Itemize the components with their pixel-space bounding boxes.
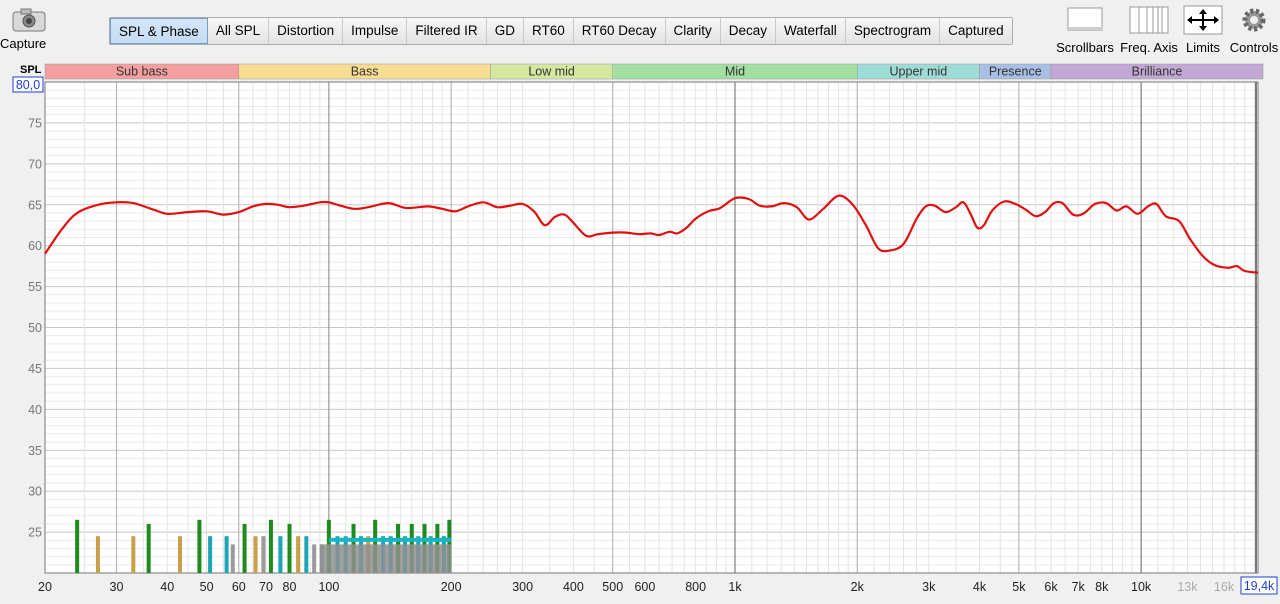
x-tick-label: 400 bbox=[563, 580, 584, 594]
band-label: Sub bass bbox=[116, 65, 168, 79]
x-tick-label: 60 bbox=[232, 580, 246, 594]
freq-axis-icon bbox=[1129, 6, 1169, 34]
camera-icon bbox=[12, 8, 46, 32]
modal-bar bbox=[312, 544, 317, 573]
y-tick-label: 50 bbox=[28, 321, 42, 335]
x-tick-label: 6k bbox=[1044, 580, 1058, 594]
modal-bar bbox=[131, 536, 136, 573]
band-label: Low mid bbox=[528, 65, 575, 79]
y-top-value[interactable]: 80,0 bbox=[16, 78, 40, 92]
modal-bar bbox=[95, 536, 100, 573]
controls-button[interactable]: Controls bbox=[1228, 4, 1280, 55]
limits-icon bbox=[1183, 5, 1223, 35]
freq-axis-label: Freq. Axis bbox=[1120, 40, 1178, 55]
limits-button[interactable]: Limits bbox=[1180, 4, 1226, 55]
y-tick-label: 25 bbox=[28, 526, 42, 540]
tab-impulse[interactable]: Impulse bbox=[343, 18, 408, 44]
modal-bar bbox=[304, 536, 309, 573]
y-tick-label: 65 bbox=[28, 198, 42, 212]
tab-decay[interactable]: Decay bbox=[720, 18, 777, 44]
capture-button[interactable]: Capture bbox=[0, 6, 60, 56]
band-label: Mid bbox=[725, 65, 745, 79]
x-tick-label: 500 bbox=[602, 580, 623, 594]
x-tick-label: 13k bbox=[1177, 580, 1198, 594]
y-tick-label: 60 bbox=[28, 239, 42, 253]
tab-rt60[interactable]: RT60 bbox=[523, 18, 574, 44]
tab-distortion[interactable]: Distortion bbox=[269, 18, 344, 44]
x-tick-label: 300 bbox=[512, 580, 533, 594]
x-right-value[interactable]: 19,4k bbox=[1244, 579, 1275, 593]
tab-all-spl[interactable]: All SPL bbox=[207, 18, 270, 44]
modal-bar bbox=[208, 536, 213, 573]
x-tick-label: 5k bbox=[1012, 580, 1026, 594]
tab-rt60-decay[interactable]: RT60 Decay bbox=[573, 18, 666, 44]
tab-spectrogram[interactable]: Spectrogram bbox=[845, 18, 941, 44]
x-tick-label: 800 bbox=[685, 580, 706, 594]
modal-fill-top bbox=[328, 537, 452, 542]
x-tick-label: 200 bbox=[441, 580, 462, 594]
toolbar: Capture SPL & Phase All SPL Distortion Impu… bbox=[0, 0, 1280, 62]
tab-captured[interactable]: Captured bbox=[940, 18, 1012, 44]
x-tick-label: 10k bbox=[1131, 580, 1152, 594]
x-tick-label: 40 bbox=[160, 580, 174, 594]
modal-bar bbox=[287, 523, 292, 573]
y-tick-label: 35 bbox=[28, 444, 42, 458]
modal-bar bbox=[253, 536, 258, 573]
y-tick-label: 55 bbox=[28, 280, 42, 294]
band-label: Brilliance bbox=[1132, 65, 1183, 79]
band-label: Presence bbox=[989, 65, 1042, 79]
x-tick-label: 50 bbox=[200, 580, 214, 594]
tab-spl-phase[interactable]: SPL & Phase bbox=[110, 18, 208, 44]
modal-bar bbox=[261, 536, 266, 573]
y-axis-label: SPL bbox=[20, 64, 42, 76]
modal-bar bbox=[268, 519, 273, 573]
freq-axis-button[interactable]: Freq. Axis bbox=[1118, 4, 1180, 55]
y-tick-label: 40 bbox=[28, 403, 42, 417]
tab-gd[interactable]: GD bbox=[486, 18, 524, 44]
scrollbars-icon bbox=[1067, 7, 1103, 31]
x-tick-label: 30 bbox=[110, 580, 124, 594]
tab-waterfall[interactable]: Waterfall bbox=[776, 18, 846, 44]
modal-bar bbox=[75, 519, 80, 573]
modal-bar bbox=[146, 523, 151, 573]
x-tick-label: 1k bbox=[728, 580, 742, 594]
x-tick-label: 4k bbox=[973, 580, 987, 594]
x-tick-label: 80 bbox=[283, 580, 297, 594]
tab-clarity[interactable]: Clarity bbox=[665, 18, 721, 44]
band-label: Upper mid bbox=[890, 65, 948, 79]
modal-bar bbox=[178, 536, 183, 573]
x-tick-label: 3k bbox=[922, 580, 936, 594]
modal-fill bbox=[319, 544, 452, 573]
spl-chart-svg[interactable]: Sub bass Bass Low mid Mid Upper mid Presence B… bbox=[0, 62, 1280, 599]
tab-filtered-ir[interactable]: Filtered IR bbox=[407, 18, 487, 44]
y-tick-label: 45 bbox=[28, 362, 42, 376]
x-tick-label: 16k bbox=[1214, 580, 1235, 594]
y-tick-label: 30 bbox=[28, 485, 42, 499]
capture-label: Capture bbox=[0, 36, 47, 51]
limits-label: Limits bbox=[1186, 40, 1220, 55]
x-tick-label: 100 bbox=[318, 580, 339, 594]
scrollbars-label: Scrollbars bbox=[1056, 40, 1114, 55]
modal-bar bbox=[242, 523, 247, 573]
modal-bar bbox=[230, 544, 235, 573]
x-tick-label: 2k bbox=[851, 580, 865, 594]
gear-icon bbox=[1242, 8, 1266, 32]
graph-tabs: SPL & Phase All SPL Distortion Impulse Filte… bbox=[109, 17, 1013, 45]
x-tick-label: 70 bbox=[259, 580, 273, 594]
band-label: Bass bbox=[351, 65, 379, 79]
x-tick-label: 7k bbox=[1072, 580, 1086, 594]
modal-bar bbox=[296, 536, 301, 573]
modal-bar bbox=[197, 519, 202, 573]
modal-bar bbox=[224, 536, 229, 573]
x-tick-label: 8k bbox=[1095, 580, 1109, 594]
controls-label: Controls bbox=[1229, 40, 1279, 55]
x-tick-label: 20 bbox=[38, 580, 52, 594]
spl-chart[interactable]: Sub bass Bass Low mid Mid Upper mid Presence B… bbox=[0, 62, 1280, 599]
x-tick-label: 600 bbox=[634, 580, 655, 594]
modal-bar bbox=[278, 536, 283, 573]
scrollbars-button[interactable]: Scrollbars bbox=[1054, 4, 1116, 55]
y-tick-label: 70 bbox=[28, 157, 42, 171]
y-tick-label: 75 bbox=[28, 116, 42, 130]
